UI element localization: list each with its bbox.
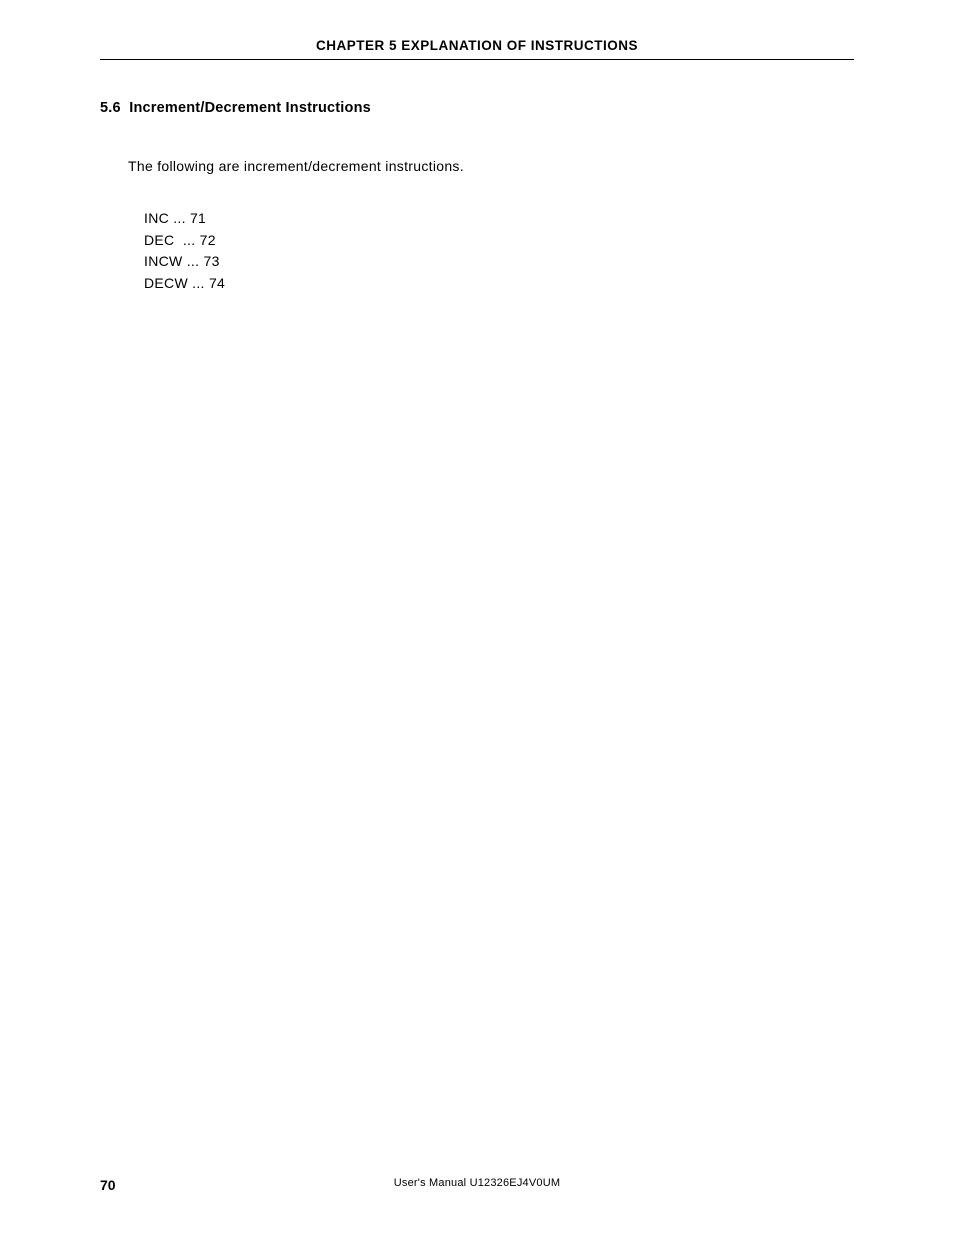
- chapter-header: CHAPTER 5 EXPLANATION OF INSTRUCTIONS: [100, 38, 854, 60]
- instruction-name: DECW: [144, 275, 188, 291]
- instruction-name: INCW: [144, 253, 183, 269]
- instruction-name: INC: [144, 210, 169, 226]
- intro-text: The following are increment/decrement in…: [128, 158, 854, 174]
- page-number: 70: [100, 1177, 116, 1193]
- section-number: 5.6: [100, 100, 121, 116]
- instruction-page: 71: [190, 210, 206, 226]
- instruction-page: 73: [203, 253, 219, 269]
- instruction-name: DEC: [144, 232, 174, 248]
- page-footer: 70 User's Manual U12326EJ4V0UM: [100, 1177, 854, 1193]
- chapter-header-text: CHAPTER 5 EXPLANATION OF INSTRUCTIONS: [316, 38, 638, 53]
- list-item: INCW ... 73: [144, 251, 854, 273]
- list-item: DECW ... 74: [144, 273, 854, 295]
- section-title: 5.6 Increment/Decrement Instructions: [100, 100, 854, 116]
- list-item: DEC ... 72: [144, 230, 854, 252]
- instruction-list: INC ... 71 DEC ... 72 INCW ... 73 DECW .…: [144, 208, 854, 295]
- footer-manual-text: User's Manual U12326EJ4V0UM: [394, 1177, 560, 1189]
- instruction-page: 74: [209, 275, 225, 291]
- instruction-page: 72: [200, 232, 216, 248]
- list-item: INC ... 71: [144, 208, 854, 230]
- page-container: CHAPTER 5 EXPLANATION OF INSTRUCTIONS 5.…: [0, 0, 954, 1235]
- section-title-text: Increment/Decrement Instructions: [129, 100, 371, 116]
